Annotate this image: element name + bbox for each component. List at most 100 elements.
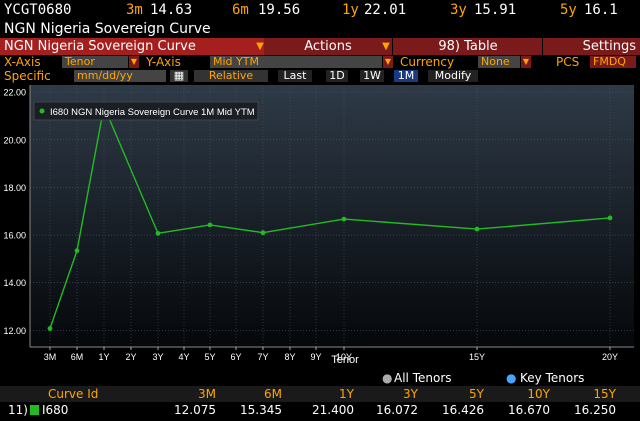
- ticker-key-1y: 1y: [342, 2, 359, 18]
- all-tenors-option[interactable]: All Tenors: [394, 371, 452, 385]
- data-point: [74, 248, 80, 254]
- data-point: [47, 326, 53, 331]
- date-settings-row: Specific mm/dd/yy ▦ Relative Last 1D 1W …: [0, 69, 640, 83]
- x-tick-label: 6M: [71, 352, 84, 362]
- table-button[interactable]: 98) Table: [392, 38, 543, 55]
- ticker-val-3y: 15.91: [474, 2, 517, 18]
- ticker-val-1y: 22.01: [364, 2, 407, 18]
- legend-label: I680 NGN Nigeria Sovereign Curve 1M Mid …: [50, 107, 255, 118]
- range-1d-button[interactable]: 1D: [326, 70, 348, 82]
- x-tick-label: 7Y: [257, 352, 268, 362]
- menu-bar: NGN Nigeria Sovereign Curve ▼ Actions ▼ …: [0, 38, 640, 55]
- chevron-down-icon[interactable]: ▼: [256, 38, 264, 55]
- axis-settings-row: X-Axis Tenor ▼ Y-Axis Mid YTM ▼ Currency…: [0, 55, 640, 69]
- y-axis-label: Y-Axis: [146, 55, 181, 69]
- pcs-label: PCS: [556, 55, 580, 69]
- yield-curve-chart: 22.00 20.00 18.00 16.00 14.00 12.00 3M 6M 1Y 2Y 3…: [3, 85, 634, 366]
- table-row[interactable]: 11) I680 12.075 15.345 21.400 16.072 16.…: [0, 402, 640, 418]
- col-header: 3M: [198, 387, 216, 401]
- row-value: 16.670: [508, 403, 550, 417]
- col-header: 15Y: [593, 387, 616, 401]
- date-input[interactable]: mm/dd/yy: [74, 70, 166, 82]
- ticker-code: YCGT0680: [4, 2, 72, 18]
- plot-area: [30, 85, 634, 347]
- ticker-key-3m: 3m: [126, 2, 143, 18]
- chevron-down-icon[interactable]: ▼: [383, 56, 393, 68]
- data-point: [260, 230, 266, 236]
- data-point: [207, 222, 213, 228]
- curve-name-field[interactable]: NGN Nigeria Sovereign Curve: [0, 38, 256, 55]
- relative-button[interactable]: Relative: [194, 70, 268, 82]
- modify-button[interactable]: Modify: [428, 70, 478, 82]
- row-value: 21.400: [312, 403, 354, 417]
- row-value: 12.075: [174, 403, 216, 417]
- row-value: 16.250: [574, 403, 616, 417]
- col-header: 10Y: [527, 387, 550, 401]
- row-curve-id[interactable]: I680: [42, 402, 68, 418]
- x-tick-label: 1Y: [98, 352, 109, 362]
- key-tenors-option[interactable]: Key Tenors: [520, 371, 584, 385]
- x-tick-label: 3Y: [152, 352, 163, 362]
- row-index: 11): [8, 403, 28, 417]
- x-axis-label: X-Axis: [4, 55, 41, 69]
- x-tick-label: 6Y: [230, 352, 241, 362]
- chevron-down-icon[interactable]: ▼: [521, 56, 531, 68]
- title-bar: NGN Nigeria Sovereign Curve: [0, 20, 640, 38]
- x-axis-title: Tenor: [331, 354, 359, 366]
- y-tick-label: 12.00: [3, 326, 26, 336]
- y-tick-label: 20.00: [3, 135, 26, 145]
- y-axis: 22.00 20.00 18.00 16.00 14.00 12.00: [3, 88, 26, 336]
- row-value: 16.426: [442, 403, 484, 417]
- settings-button[interactable]: Settings: [542, 38, 640, 55]
- actions-button[interactable]: Actions: [264, 38, 392, 55]
- x-axis-select[interactable]: Tenor: [62, 56, 128, 68]
- range-1m-button[interactable]: 1M: [394, 70, 418, 82]
- y-tick-label: 22.00: [3, 88, 26, 98]
- pcs-select[interactable]: FMDQ: [590, 56, 636, 68]
- x-tick-label: 9Y: [310, 352, 321, 362]
- data-point: [607, 215, 613, 221]
- table-header: Curve Id 3M 6M 1Y 3Y 5Y 10Y 15Y: [0, 386, 640, 402]
- tenor-options: ● All Tenors ● Key Tenors: [0, 371, 640, 385]
- x-tick-label: 8Y: [284, 352, 295, 362]
- ticker-key-3y: 3y: [450, 2, 467, 18]
- x-tick-label: 20Y: [602, 352, 618, 362]
- y-tick-label: 14.00: [3, 278, 26, 288]
- x-tick-label: 2Y: [125, 352, 136, 362]
- range-1w-button[interactable]: 1W: [360, 70, 384, 82]
- ticker-val-5y: 16.1: [584, 2, 618, 18]
- x-tick-label: 3M: [44, 352, 57, 362]
- col-header: 6M: [264, 387, 282, 401]
- last-button[interactable]: Last: [278, 70, 312, 82]
- col-header: 1Y: [339, 387, 354, 401]
- ticker-bar: YCGT0680 3m 14.63 6m 19.56 1y 22.01 3y 1…: [0, 0, 640, 20]
- x-tick-label: 4Y: [178, 352, 189, 362]
- ticker-val-3m: 14.63: [150, 2, 193, 18]
- col-header-curve-id: Curve Id: [48, 387, 99, 401]
- series-color-swatch: [30, 405, 39, 415]
- row-value: 15.345: [240, 403, 282, 417]
- y-tick-label: 16.00: [3, 231, 26, 241]
- ticker-key-6m: 6m: [232, 2, 249, 18]
- col-header: 3Y: [403, 387, 418, 401]
- calendar-icon[interactable]: ▦: [170, 70, 188, 82]
- chevron-down-icon[interactable]: ▼: [382, 38, 390, 55]
- radio-selected-icon[interactable]: ●: [506, 371, 516, 385]
- y-axis-select[interactable]: Mid YTM: [210, 56, 382, 68]
- specific-label: Specific: [4, 69, 51, 83]
- row-value: 16.072: [376, 403, 418, 417]
- data-point: [155, 230, 161, 236]
- data-point: [341, 216, 347, 222]
- ticker-val-6m: 19.56: [258, 2, 301, 18]
- chevron-down-icon[interactable]: ▼: [129, 56, 139, 68]
- radio-icon[interactable]: ●: [382, 371, 392, 385]
- currency-label: Currency: [400, 55, 455, 69]
- page-title: NGN Nigeria Sovereign Curve: [4, 21, 211, 37]
- legend-marker: [39, 108, 45, 114]
- x-tick-label: 15Y: [469, 352, 485, 362]
- col-header: 5Y: [469, 387, 484, 401]
- x-tick-label: 5Y: [204, 352, 215, 362]
- y-tick-label: 18.00: [3, 183, 26, 193]
- currency-select[interactable]: None: [478, 56, 520, 68]
- data-point: [474, 226, 480, 232]
